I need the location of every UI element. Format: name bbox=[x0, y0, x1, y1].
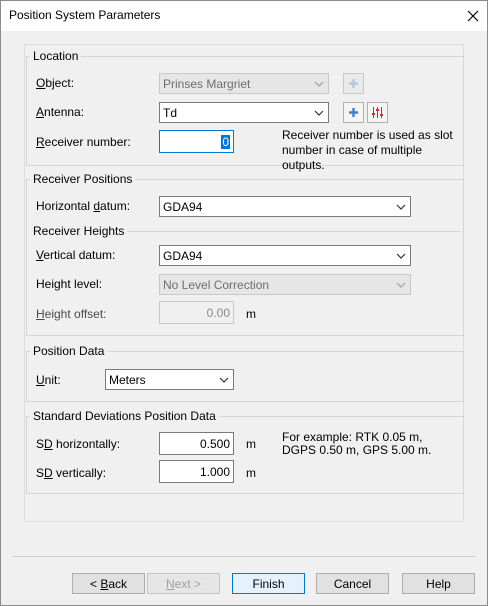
height-level-value: No Level Correction bbox=[163, 277, 270, 292]
receiver-number-input[interactable]: 0 bbox=[159, 130, 234, 153]
receiver-number-value: 0 bbox=[221, 134, 230, 149]
close-button[interactable] bbox=[458, 1, 487, 30]
object-label: Object: bbox=[36, 76, 75, 90]
vertical-datum-value: GDA94 bbox=[163, 248, 203, 263]
receiver-heights-title: Receiver Heights bbox=[30, 224, 128, 238]
settings-sliders-icon bbox=[372, 107, 383, 118]
chevron-down-icon bbox=[396, 204, 406, 210]
unit-select[interactable]: Meters bbox=[105, 369, 234, 390]
sd-vertically-unit: m bbox=[246, 466, 256, 480]
chevron-down-icon bbox=[314, 81, 324, 87]
sd-vertically-input[interactable]: 1.000 bbox=[159, 460, 234, 483]
height-level-select[interactable]: No Level Correction bbox=[159, 274, 411, 295]
height-offset-value: 0.00 bbox=[206, 305, 230, 320]
receiver-number-note: Receiver number is used as slot number i… bbox=[282, 128, 453, 172]
sd-horizontally-input[interactable]: 0.500 bbox=[159, 432, 234, 455]
std-dev-title: Standard Deviations Position Data bbox=[30, 409, 219, 423]
sd-vertically-label: SD vertically: bbox=[36, 466, 107, 480]
object-select[interactable]: Prinses Margriet bbox=[159, 73, 329, 94]
close-icon bbox=[467, 10, 478, 21]
unit-label: Unit: bbox=[36, 373, 61, 387]
height-offset-input[interactable]: 0.00 bbox=[159, 301, 234, 324]
cancel-button[interactable]: Cancel bbox=[316, 573, 389, 594]
chevron-down-icon bbox=[396, 253, 406, 259]
add-object-button[interactable] bbox=[343, 73, 364, 94]
next-button[interactable]: Next > bbox=[147, 573, 220, 594]
antenna-select[interactable]: Td bbox=[159, 102, 329, 123]
receiver-number-label: Receiver number: bbox=[36, 135, 131, 149]
help-button[interactable]: Help bbox=[402, 573, 475, 594]
chevron-down-icon bbox=[396, 282, 406, 288]
finish-button[interactable]: Finish bbox=[232, 573, 305, 594]
height-offset-label: Height offset: bbox=[36, 307, 107, 321]
sd-horizontally-label: SD horizontally: bbox=[36, 437, 121, 451]
add-antenna-button[interactable] bbox=[343, 102, 364, 123]
height-level-label: Height level: bbox=[36, 277, 103, 291]
sd-horizontally-value: 0.500 bbox=[199, 436, 230, 451]
back-button[interactable]: < Back bbox=[72, 573, 145, 594]
vertical-datum-select[interactable]: GDA94 bbox=[159, 245, 411, 266]
position-data-title: Position Data bbox=[30, 344, 108, 358]
heights-divider bbox=[118, 231, 461, 232]
sd-horizontally-unit: m bbox=[246, 437, 256, 451]
plus-icon bbox=[349, 79, 358, 88]
sd-vertically-value: 1.000 bbox=[199, 464, 230, 479]
window-title: Position System Parameters bbox=[9, 8, 161, 22]
receiver-positions-title: Receiver Positions bbox=[30, 172, 136, 186]
horizontal-datum-label: Horizontal datum: bbox=[36, 199, 131, 213]
position-data-group bbox=[26, 351, 464, 402]
footer-separator bbox=[12, 556, 476, 557]
antenna-label: Antenna: bbox=[36, 105, 85, 119]
antenna-select-value: Td bbox=[163, 105, 178, 120]
location-group-title: Location bbox=[30, 49, 82, 63]
height-offset-unit: m bbox=[246, 307, 256, 321]
plus-icon bbox=[349, 108, 358, 117]
antenna-settings-button[interactable] bbox=[367, 102, 388, 123]
horizontal-datum-value: GDA94 bbox=[163, 199, 203, 214]
horizontal-datum-select[interactable]: GDA94 bbox=[159, 196, 411, 217]
vertical-datum-label: Vertical datum: bbox=[36, 248, 116, 262]
object-select-value: Prinses Margriet bbox=[163, 76, 251, 91]
chevron-down-icon bbox=[314, 110, 324, 116]
unit-value: Meters bbox=[109, 372, 146, 387]
sd-example-line2: DGPS 0.50 m, GPS 5.00 m. bbox=[282, 443, 432, 457]
chevron-down-icon bbox=[219, 377, 229, 383]
